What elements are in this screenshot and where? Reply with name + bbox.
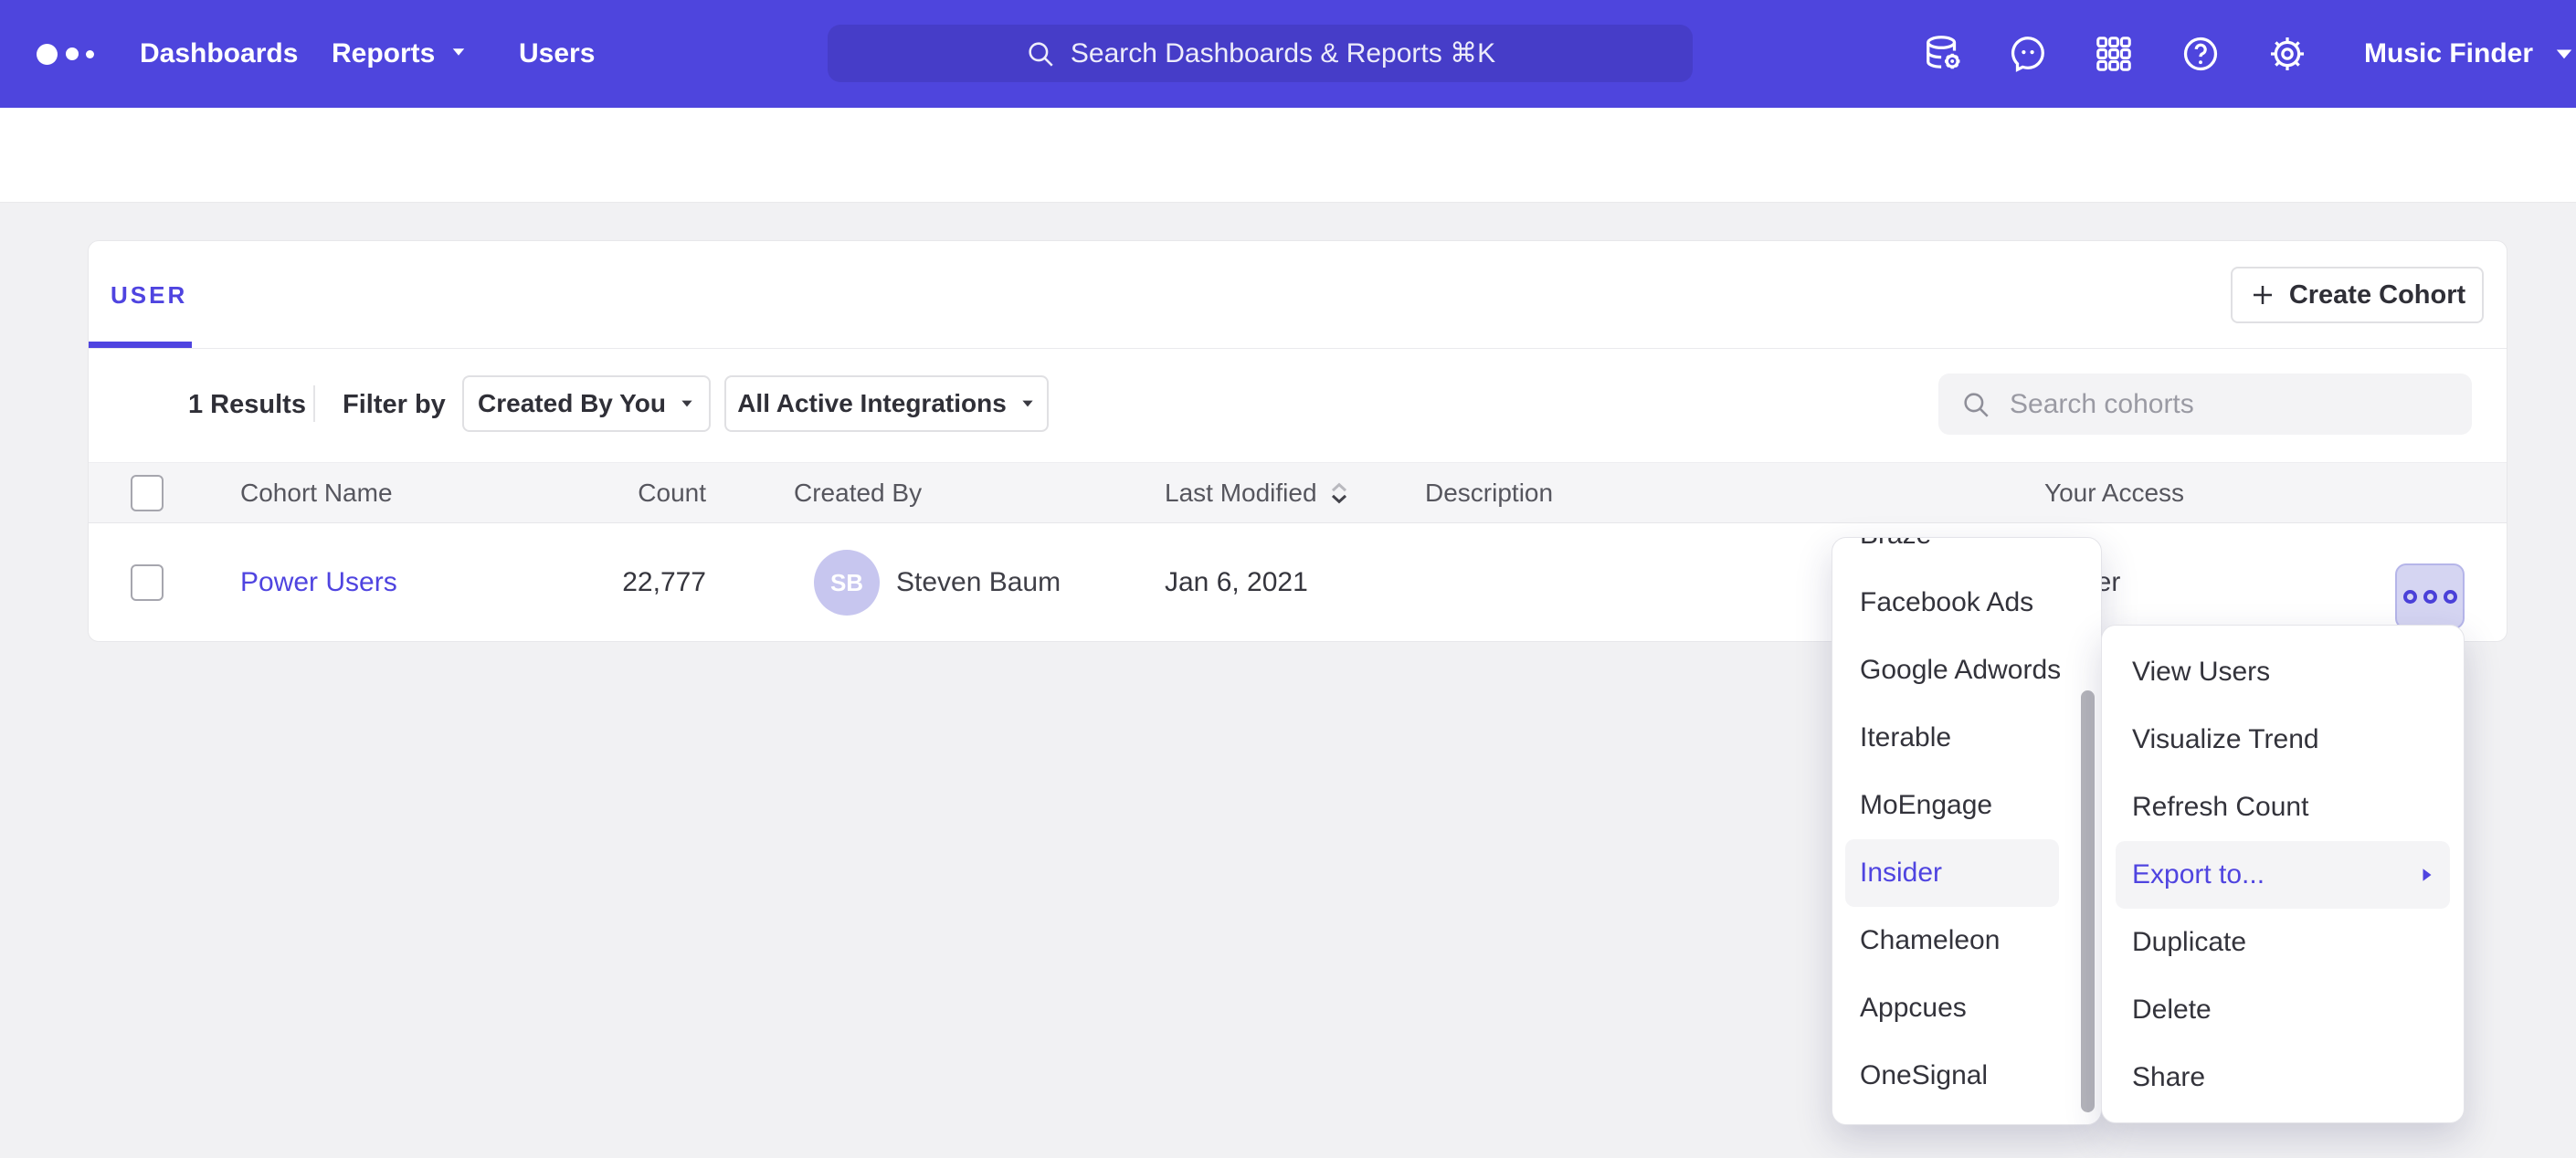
kebab-dot xyxy=(2444,590,2457,604)
submenu-scrollbar[interactable] xyxy=(2081,690,2095,1112)
cohort-search-input[interactable] xyxy=(2008,388,2450,421)
integrations-filter-dropdown[interactable]: All Active Integrations xyxy=(724,375,1049,432)
column-cohort-name[interactable]: Cohort Name xyxy=(240,479,393,507)
menu-item-visualize-trend[interactable]: Visualize Trend xyxy=(2116,706,2450,774)
chevron-down-icon xyxy=(679,395,695,412)
nav-dashboards[interactable]: Dashboards xyxy=(140,39,298,68)
menu-item-view-users[interactable]: View Users xyxy=(2116,638,2450,706)
table-header-row: Cohort Name Count Created By Last Modifi… xyxy=(89,462,2507,523)
nav-reports[interactable]: Reports xyxy=(332,39,468,68)
avatar: SB xyxy=(814,550,880,616)
account-name: Music Finder xyxy=(2364,39,2533,68)
global-search[interactable]: Search Dashboards & Reports ⌘K xyxy=(828,25,1693,82)
column-last-modified-label: Last Modified xyxy=(1165,479,1317,507)
submenu-item-moengage[interactable]: MoEngage xyxy=(1845,772,2059,839)
menu-item-export-to[interactable]: Export to... xyxy=(2116,841,2450,909)
mixpanel-logo[interactable] xyxy=(37,0,119,108)
menu-item-duplicate[interactable]: Duplicate xyxy=(2116,909,2450,976)
global-search-placeholder: Search Dashboards & Reports ⌘K xyxy=(1071,37,1495,69)
results-count: 1 Results xyxy=(188,390,306,419)
help-icon[interactable] xyxy=(2179,32,2222,76)
kebab-dot xyxy=(2423,590,2437,604)
logo-dot-small xyxy=(86,50,94,58)
submenu-item-braze[interactable]: Braze xyxy=(1845,537,2059,569)
nav-reports-label: Reports xyxy=(332,39,435,68)
chevron-down-icon xyxy=(1019,395,1036,412)
column-last-modified[interactable]: Last Modified xyxy=(1165,479,1350,507)
divider xyxy=(313,385,315,422)
section-tabs: Lexicon Data Audit Live View Cohorts Int… xyxy=(0,108,2576,203)
logo-dot-large xyxy=(37,44,58,65)
data-settings-icon[interactable] xyxy=(1922,32,1966,76)
export-destinations-submenu: Braze Facebook Ads Google Adwords Iterab… xyxy=(1832,537,2102,1125)
submenu-item-appcues[interactable]: Appcues xyxy=(1845,974,2059,1042)
cohort-search-field[interactable] xyxy=(1938,374,2472,435)
created-by-filter-dropdown[interactable]: Created By You xyxy=(462,375,711,432)
divider xyxy=(89,348,2507,349)
row-actions-kebab-button[interactable] xyxy=(2395,563,2465,629)
create-cohort-button[interactable]: Create Cohort xyxy=(2231,267,2484,323)
row-checkbox[interactable] xyxy=(131,564,164,601)
account-menu[interactable]: Music Finder xyxy=(2364,39,2575,68)
search-icon xyxy=(1960,389,1991,420)
search-icon xyxy=(1025,38,1056,69)
submenu-item-iterable[interactable]: Iterable xyxy=(1845,704,2059,772)
cohort-count: 22,777 xyxy=(523,568,706,597)
submenu-item-facebook-ads[interactable]: Facebook Ads xyxy=(1845,569,2059,637)
created-by-name: Steven Baum xyxy=(896,568,1061,597)
logo-dot-medium xyxy=(66,47,79,60)
column-your-access[interactable]: Your Access xyxy=(2044,479,2184,507)
integrations-filter-label: All Active Integrations xyxy=(737,389,1007,418)
kebab-dot xyxy=(2403,590,2417,604)
cohort-name-link[interactable]: Power Users xyxy=(240,568,397,597)
nav-users[interactable]: Users xyxy=(519,39,595,68)
column-created-by[interactable]: Created By xyxy=(794,479,922,507)
submenu-item-insider[interactable]: Insider xyxy=(1845,839,2059,907)
menu-item-export-to-label: Export to... xyxy=(2132,859,2265,890)
column-count[interactable]: Count xyxy=(523,479,706,507)
filter-by-label: Filter by xyxy=(343,390,446,419)
feedback-icon[interactable] xyxy=(2006,32,2050,76)
user-tab-underline xyxy=(89,342,192,348)
menu-item-share[interactable]: Share xyxy=(2116,1044,2450,1111)
chevron-down-icon xyxy=(2553,43,2575,65)
select-all-checkbox[interactable] xyxy=(131,475,164,511)
export-destinations-list: Braze Facebook Ads Google Adwords Iterab… xyxy=(1832,537,2101,1110)
submenu-item-chameleon[interactable]: Chameleon xyxy=(1845,907,2059,974)
create-cohort-label: Create Cohort xyxy=(2289,280,2465,311)
tab-user-cohorts[interactable]: USER xyxy=(111,281,187,310)
menu-item-refresh-count[interactable]: Refresh Count xyxy=(2116,774,2450,841)
created-by-filter-label: Created By You xyxy=(478,389,666,418)
sort-icon[interactable] xyxy=(1328,480,1350,506)
apps-grid-icon[interactable] xyxy=(2092,32,2136,76)
top-navigation-bar: Dashboards Reports Users Search Dashboar… xyxy=(0,0,2576,108)
submenu-item-google-adwords[interactable]: Google Adwords xyxy=(1845,637,2059,704)
cohorts-panel: USER Create Cohort 1 Results Filter by C… xyxy=(88,240,2507,642)
column-description[interactable]: Description xyxy=(1425,479,1553,507)
cohort-context-menu: View Users Visualize Trend Refresh Count… xyxy=(2101,625,2465,1123)
submenu-item-onesignal[interactable]: OneSignal xyxy=(1845,1042,2059,1110)
submenu-arrow-icon xyxy=(2421,867,2433,883)
plus-icon xyxy=(2249,281,2276,309)
settings-gear-icon[interactable] xyxy=(2265,32,2309,76)
last-modified-date: Jan 6, 2021 xyxy=(1165,568,1308,597)
chevron-down-icon xyxy=(449,43,468,66)
menu-item-delete[interactable]: Delete xyxy=(2116,976,2450,1044)
